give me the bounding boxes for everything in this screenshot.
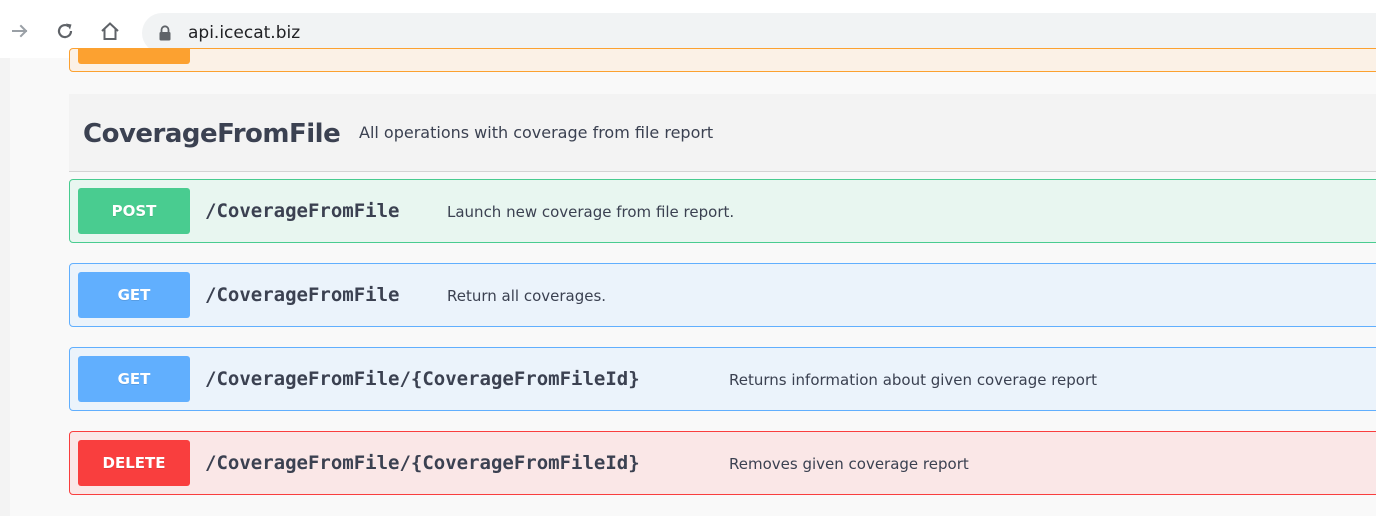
page-content: CoverageFromFile All operations with cov… [0, 48, 1376, 516]
tag-description: All operations with coverage from file r… [359, 123, 714, 142]
method-badge-get: GET [78, 356, 190, 402]
operation-summary: Returns information about given coverage… [729, 371, 1098, 389]
operation-delete-coveragefromfile-by-id[interactable]: DELETE /CoverageFromFile/{CoverageFromFi… [69, 431, 1376, 495]
operation-path: /CoverageFromFile/{CoverageFromFileId} [205, 452, 640, 474]
url-text[interactable]: api.icecat.biz [188, 23, 300, 43]
method-badge-delete: DELETE [78, 440, 190, 486]
previous-operation-block[interactable] [69, 48, 1376, 72]
method-badge-put [78, 49, 190, 64]
method-badge-get: GET [78, 272, 190, 318]
operation-path: /CoverageFromFile/{CoverageFromFileId} [205, 368, 640, 390]
operation-get-coveragefromfile[interactable]: GET /CoverageFromFile Return all coverag… [69, 263, 1376, 327]
lock-icon[interactable] [158, 25, 172, 41]
forward-button[interactable] [3, 14, 37, 48]
address-bar[interactable]: api.icecat.biz [142, 13, 1376, 53]
swagger-container: CoverageFromFile All operations with cov… [10, 48, 1376, 516]
operation-summary: Return all coverages. [447, 287, 607, 305]
tag-section[interactable]: CoverageFromFile All operations with cov… [69, 94, 1376, 172]
operation-post-coveragefromfile[interactable]: POST /CoverageFromFile Launch new covera… [69, 179, 1376, 243]
operation-summary: Launch new coverage from file report. [447, 203, 735, 221]
home-button[interactable] [93, 14, 127, 48]
operation-path: /CoverageFromFile [205, 284, 400, 306]
reload-icon [57, 23, 73, 39]
method-badge-post: POST [78, 188, 190, 234]
reload-button[interactable] [48, 14, 82, 48]
operation-summary: Removes given coverage report [729, 455, 969, 473]
home-icon [101, 22, 119, 40]
operation-path: /CoverageFromFile [205, 200, 400, 222]
operation-get-coveragefromfile-by-id[interactable]: GET /CoverageFromFile/{CoverageFromFileI… [69, 347, 1376, 411]
arrow-right-icon [12, 24, 28, 38]
tag-title[interactable]: CoverageFromFile [83, 114, 341, 154]
